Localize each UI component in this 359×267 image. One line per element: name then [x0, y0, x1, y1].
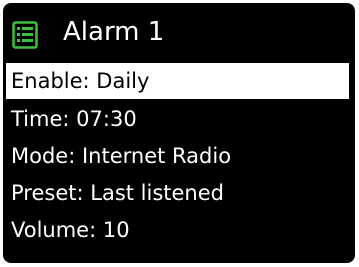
- menu-item-value: 10: [102, 218, 130, 242]
- menu-item-label: Enable: [11, 69, 83, 93]
- menu-item-label: Mode: [11, 144, 69, 168]
- menu-item-mode[interactable]: Mode: Internet Radio: [3, 138, 355, 174]
- menu-item-time[interactable]: Time: 07:30: [3, 101, 355, 137]
- title-bar: Alarm 1: [3, 3, 355, 61]
- menu-item-value: Daily: [96, 69, 150, 93]
- menu-item-value: Last listened: [90, 181, 224, 205]
- radio-display: Alarm 1 Enable: Daily Time: 07:30 Mode: …: [3, 3, 355, 263]
- menu-item-label: Volume: [11, 218, 90, 242]
- menu-item-volume[interactable]: Volume: 10: [3, 212, 355, 248]
- menu-item-value: 07:30: [76, 107, 137, 131]
- menu-item-label: Preset: [11, 181, 77, 205]
- page-title: Alarm 1: [63, 17, 165, 47]
- menu-item-enable[interactable]: Enable: Daily: [6, 63, 349, 99]
- menu-item-label: Time: [11, 107, 63, 131]
- menu-item-preset[interactable]: Preset: Last listened: [3, 175, 355, 211]
- list-icon: [12, 21, 38, 49]
- menu-item-value: Internet Radio: [81, 144, 232, 168]
